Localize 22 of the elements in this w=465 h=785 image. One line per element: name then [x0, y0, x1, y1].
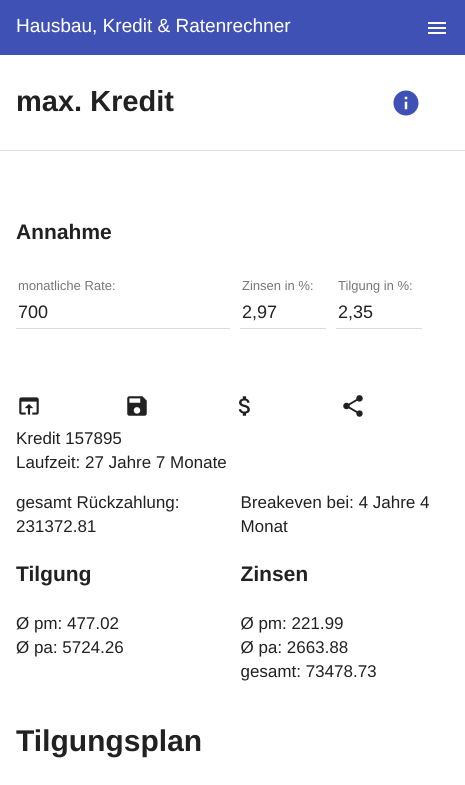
- field-label: monatliche Rate:: [18, 276, 117, 294]
- app-title: Hausbau, Kredit & Ratenrechner: [16, 15, 291, 40]
- input-field[interactable]: 2,35: [336, 298, 422, 328]
- plan-title: Tilgungsplan: [16, 724, 204, 760]
- input-field[interactable]: 700: [16, 298, 230, 328]
- group-title: Zinsen: [240, 562, 310, 588]
- page-title: max. Kredit: [16, 84, 174, 120]
- total-text: gesamt Rückzahlung: 231372.81: [16, 492, 180, 538]
- section-title: Annahme: [16, 220, 113, 246]
- stat-text: Ø pm: 221.99: [240, 613, 345, 635]
- field-label: Tilgung in %:: [338, 276, 414, 294]
- stat-text: gesamt: 73478.73: [240, 661, 378, 683]
- field-label: Zinsen in %:: [242, 276, 315, 294]
- stat-text: Ø pm: 477.02: [16, 613, 120, 635]
- summary-text: Laufzeit: 27 Jahre 7 Monate: [16, 452, 228, 474]
- stat-text: Ø pa: 5724.26: [16, 637, 125, 659]
- group-title: Tilgung: [16, 562, 92, 588]
- total-text: Breakeven bei: 4 Jahre 4 Monat: [240, 492, 431, 538]
- summary-text: Kredit 157895: [16, 428, 123, 450]
- info-icon[interactable]: [391, 88, 421, 118]
- input-field[interactable]: 2,97: [240, 298, 326, 328]
- stat-text: Ø pa: 2663.88: [240, 637, 350, 659]
